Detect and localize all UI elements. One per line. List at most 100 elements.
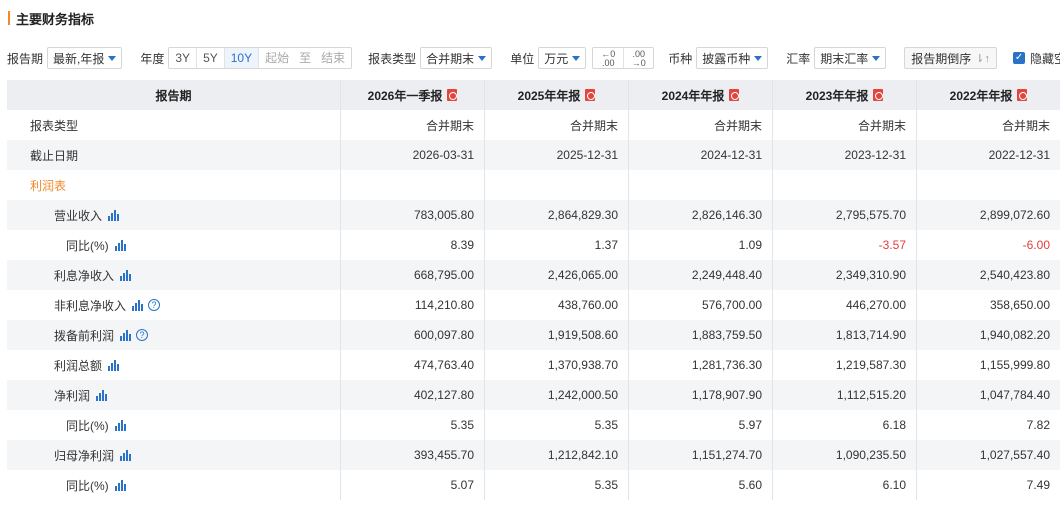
row-label-cell: 截止日期 <box>7 140 340 170</box>
value-cell: 2,864,829.30 <box>484 200 628 230</box>
year-3y-button[interactable]: 3Y <box>169 48 198 68</box>
cell-value: 576,700.00 <box>701 298 762 312</box>
increase-decimal-icon[interactable]: .00 →0 <box>623 48 653 68</box>
rate-dropdown[interactable]: 期末汇率 <box>814 47 887 69</box>
row-label: 拨备前利润 <box>54 328 115 343</box>
value-cell: 6.10 <box>772 470 916 500</box>
value-cell: 438,760.00 <box>484 290 628 320</box>
table-row: 营业收入 783,005.80 2,864,829.30 2,826,146.30 2,… <box>7 200 1060 230</box>
cell-value: 7.82 <box>1026 418 1050 432</box>
year-5y-button[interactable]: 5Y <box>197 48 225 68</box>
value-cell: 6.18 <box>772 410 916 440</box>
value-cell: 114,210.80 <box>340 290 484 320</box>
value-cell: 393,455.70 <box>340 440 484 470</box>
decrease-decimal-icon[interactable]: ←0 .00 <box>593 48 623 68</box>
section-title: 主要财务指标 <box>8 8 94 28</box>
value-cell: 2,795,575.70 <box>772 200 916 230</box>
pdf-icon[interactable] <box>585 89 596 101</box>
sort-icon: ⇂↑ <box>975 52 991 65</box>
unit-label: 单位 <box>510 51 535 66</box>
cell-value: 2,899,072.60 <box>979 208 1050 222</box>
cell-value: 1,027,557.40 <box>979 448 1050 462</box>
header-column-cell: 2023年年报 <box>772 80 916 110</box>
bar-chart-icon[interactable] <box>132 299 144 311</box>
cell-value: 5.35 <box>594 418 618 432</box>
cell-value: 402,127.80 <box>413 388 474 402</box>
value-cell: 5.35 <box>484 470 628 500</box>
value-cell: 5.35 <box>340 410 484 440</box>
pdf-icon[interactable] <box>1017 89 1028 101</box>
pdf-icon[interactable] <box>729 89 740 101</box>
value-cell: 1,112,515.20 <box>772 380 916 410</box>
row-label-cell: 利润表 <box>7 170 340 200</box>
currency-dropdown[interactable]: 披露币种 <box>696 47 769 69</box>
bar-chart-icon[interactable] <box>120 449 132 461</box>
value-cell: 1,047,784.40 <box>916 380 1060 410</box>
table-row: 同比(%) 5.07 5.35 5.60 6.10 7.49 <box>7 470 1060 500</box>
cell-value: 1,090,235.50 <box>835 448 906 462</box>
value-cell: 446,270.00 <box>772 290 916 320</box>
header-column-cell: 2025年年报 <box>484 80 628 110</box>
bar-chart-icon[interactable] <box>114 479 126 491</box>
sort-period-button[interactable]: 报告期倒序 ⇂↑ <box>904 47 998 69</box>
value-cell: 5.35 <box>484 410 628 440</box>
cell-value: 358,650.00 <box>989 298 1050 312</box>
column-title: 2025年年报 <box>517 88 581 103</box>
unit-dropdown[interactable]: 万元 <box>538 47 587 69</box>
value-cell: 402,127.80 <box>340 380 484 410</box>
value-cell: 1,155,999.80 <box>916 350 1060 380</box>
rate-label: 汇率 <box>786 51 811 66</box>
page-title: 主要财务指标 <box>16 11 95 27</box>
cell-value: 合并期末 <box>569 118 618 133</box>
column-title: 2026年一季报 <box>367 88 443 103</box>
pdf-icon[interactable] <box>873 89 884 101</box>
cell-value: 5.35 <box>450 418 474 432</box>
cell-value: 1,155,999.80 <box>979 358 1050 372</box>
cell-value: 5.60 <box>738 478 762 492</box>
year-10y-button[interactable]: 10Y <box>224 48 260 68</box>
value-cell: 5.60 <box>628 470 772 500</box>
value-cell: 2024-12-31 <box>628 140 772 170</box>
cell-value: 2,826,146.30 <box>691 208 762 222</box>
period-dropdown[interactable]: 最新,年报 <box>47 47 123 69</box>
hide-empty-checkbox[interactable]: ✓ 隐藏空行 <box>1013 50 1060 67</box>
bar-chart-icon[interactable] <box>114 239 126 251</box>
value-cell: 2,426,065.00 <box>484 260 628 290</box>
cell-value: 668,795.00 <box>413 268 474 282</box>
bar-chart-icon[interactable] <box>120 329 132 341</box>
help-icon[interactable]: ? <box>136 329 149 341</box>
column-title: 2023年年报 <box>805 88 869 103</box>
start-year-input[interactable]: 起始 <box>259 48 295 68</box>
report-type-dropdown[interactable]: 合并期末 <box>420 47 493 69</box>
row-label: 营业收入 <box>54 208 103 223</box>
value-cell: 2022-12-31 <box>916 140 1060 170</box>
value-cell: 2026-03-31 <box>340 140 484 170</box>
end-year-input[interactable]: 结束 <box>315 48 351 68</box>
pdf-icon[interactable] <box>447 89 458 101</box>
cell-value: 2,426,065.00 <box>547 268 618 282</box>
bar-chart-icon[interactable] <box>114 419 126 431</box>
value-cell: 合并期末 <box>772 110 916 140</box>
value-cell: 1,813,714.90 <box>772 320 916 350</box>
value-cell: 7.49 <box>916 470 1060 500</box>
bar-chart-icon[interactable] <box>120 269 132 281</box>
cell-value: 783,005.80 <box>413 208 474 222</box>
cell-value: 2025-12-31 <box>556 148 618 162</box>
value-cell: 1,178,907.90 <box>628 380 772 410</box>
help-icon[interactable]: ? <box>148 299 161 311</box>
cell-value: 446,270.00 <box>845 298 906 312</box>
rate-value: 期末汇率 <box>820 51 869 66</box>
value-cell: 合并期末 <box>916 110 1060 140</box>
bar-chart-icon[interactable] <box>96 389 108 401</box>
bar-chart-icon[interactable] <box>108 359 120 371</box>
cell-value: 393,455.70 <box>413 448 474 462</box>
period-label: 报告期 <box>7 51 44 66</box>
cell-value: 6.10 <box>882 478 906 492</box>
row-label: 同比(%) <box>66 478 109 493</box>
cell-value: 8.39 <box>450 238 474 252</box>
row-label-cell: 非利息净收入? <box>7 290 340 320</box>
bar-chart-icon[interactable] <box>108 209 120 221</box>
table-row: 同比(%) 5.35 5.35 5.97 6.18 7.82 <box>7 410 1060 440</box>
value-cell <box>484 170 628 200</box>
caret-down-icon <box>572 55 581 61</box>
